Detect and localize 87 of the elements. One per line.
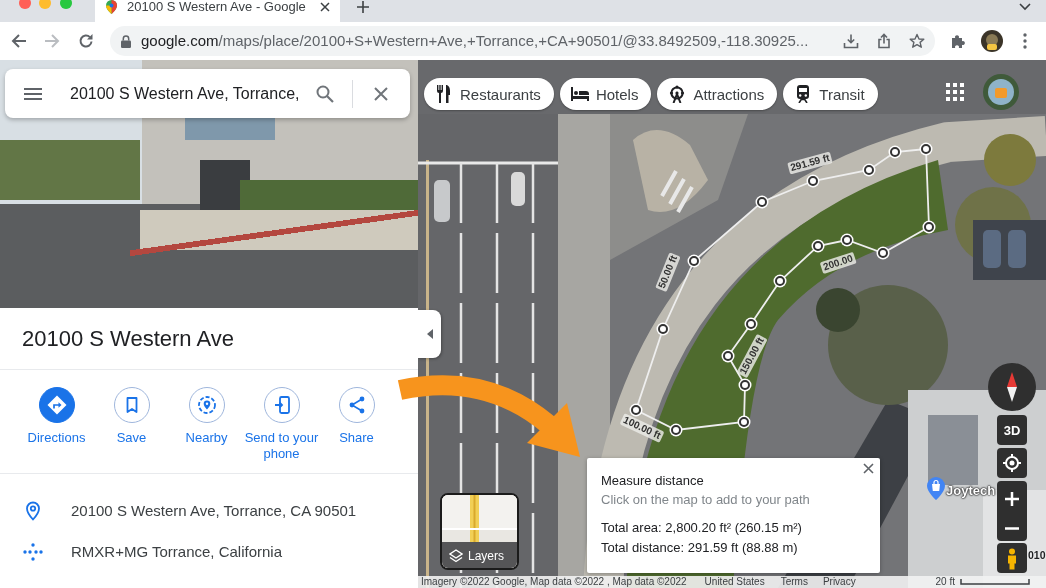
close-icon[interactable]: [863, 463, 874, 474]
close-icon[interactable]: [374, 86, 388, 101]
profile-avatar-icon[interactable]: [981, 30, 1003, 52]
send-to-phone-button[interactable]: Send to your phone: [244, 387, 319, 462]
person-icon[interactable]: [997, 543, 1027, 573]
place-label[interactable]: Joytech: [946, 483, 996, 498]
apps-grid-icon[interactable]: [946, 83, 964, 101]
path-point-icon[interactable]: [755, 195, 769, 209]
measure-hint: Click on the map to add to your path: [601, 492, 811, 508]
reload-icon[interactable]: [78, 33, 94, 49]
path-point-icon[interactable]: [738, 378, 752, 392]
scale-label: 20 ft: [935, 576, 955, 588]
address-text: 20100 S Western Ave, Torrance, CA 90501: [71, 502, 357, 519]
search-field[interactable]: 20100 S Western Ave, Torrance,: [70, 82, 304, 105]
download-icon[interactable]: [843, 33, 859, 49]
save-button[interactable]: Save: [94, 387, 169, 446]
fork-knife-icon: [435, 85, 453, 103]
lock-icon: [121, 34, 131, 48]
path-point-icon[interactable]: [919, 142, 933, 156]
shopping-bag-pin-icon[interactable]: [927, 477, 945, 500]
path-point-icon[interactable]: [888, 145, 902, 159]
directions-button[interactable]: Directions: [19, 387, 94, 446]
terms-link[interactable]: Terms: [780, 576, 808, 588]
privacy-link[interactable]: Privacy: [822, 576, 856, 588]
layers-icon: [449, 549, 463, 563]
path-point-icon[interactable]: [744, 317, 758, 331]
compass-icon[interactable]: [988, 363, 1036, 411]
total-distance-text: Total distance: 291.59 ft (88.88 m): [601, 540, 799, 556]
plus-icon[interactable]: [357, 1, 369, 13]
layers-button[interactable]: Layers: [440, 493, 519, 570]
attribution-text: Imagery ©2022 Google, Map data ©2022 , Map data ©2022: [421, 576, 687, 588]
restaurants-filter-button[interactable]: Restaurants: [424, 78, 554, 110]
path-point-icon[interactable]: [737, 415, 751, 429]
chevron-down-icon[interactable]: [1019, 3, 1031, 11]
address-bar[interactable]: google.com/maps/place/20100+S+Western+Ave,+Torrance,+CA+90501/@33.8492509,-118.30925...: [110, 26, 935, 56]
share-button[interactable]: Share: [319, 387, 394, 446]
path-point-icon[interactable]: [922, 220, 936, 234]
parked-car: [983, 230, 1001, 268]
my-location-icon[interactable]: [997, 448, 1027, 478]
path-point-icon[interactable]: [687, 254, 701, 268]
menu-icon[interactable]: [24, 87, 42, 100]
dots-cross-icon: [23, 541, 43, 562]
parked-car: [511, 172, 525, 206]
address-url[interactable]: google.com/maps/place/20100+S+Western+Ave,+Torrance,+CA+90501/@33.8492509,-118.30925...: [141, 32, 809, 50]
attractions-filter-button[interactable]: Attractions: [657, 78, 778, 110]
star-icon[interactable]: [909, 33, 925, 49]
total-area-text: Total area: 2,800.20 ft² (260.15 m²): [601, 520, 803, 536]
minus-icon[interactable]: [1005, 527, 1019, 531]
scale-bar-icon: [960, 579, 1030, 585]
bed-icon: [570, 85, 589, 103]
parked-car: [1008, 230, 1026, 268]
parked-car: [434, 180, 450, 222]
path-point-icon[interactable]: [840, 233, 854, 247]
path-point-icon[interactable]: [862, 163, 876, 177]
tilt-3d-button[interactable]: 3D: [997, 415, 1027, 445]
rooftop-unit: [928, 415, 978, 485]
crosswalk: [660, 169, 694, 214]
path-point-icon[interactable]: [629, 403, 643, 417]
puzzle-icon[interactable]: [950, 33, 966, 49]
map-label: 010: [1028, 549, 1046, 562]
path-point-icon[interactable]: [656, 322, 670, 336]
search-bar[interactable]: 20100 S Western Ave, Torrance,: [5, 69, 410, 118]
nearby-button[interactable]: Nearby: [169, 387, 244, 446]
caret-left-icon: [426, 329, 433, 339]
back-icon[interactable]: [11, 33, 27, 49]
path-point-icon[interactable]: [811, 239, 825, 253]
transit-filter-button[interactable]: Transit: [783, 78, 878, 110]
path-point-icon[interactable]: [773, 274, 787, 288]
path-point-icon[interactable]: [806, 174, 820, 188]
path-point-icon[interactable]: [721, 349, 735, 363]
share-icon[interactable]: [876, 33, 892, 49]
close-icon[interactable]: [320, 2, 330, 12]
plus-code-text: RMXR+MG Torrance, California: [71, 543, 283, 560]
search-icon[interactable]: [316, 84, 334, 103]
location-pin-icon: [23, 500, 43, 521]
ferris-wheel-icon: [668, 85, 687, 103]
browser-tab[interactable]: 20100 S Western Ave - Google: [95, 0, 340, 22]
measure-title: Measure distance: [601, 473, 705, 489]
more-options-icon[interactable]: [1023, 33, 1027, 49]
path-point-icon[interactable]: [876, 246, 890, 260]
path-point-icon[interactable]: [669, 423, 683, 437]
region-link[interactable]: United States: [704, 576, 765, 588]
avatar-icon[interactable]: [983, 74, 1019, 110]
place-title: 20100 S Western Ave: [22, 325, 234, 352]
collapse-panel-button[interactable]: [418, 310, 441, 358]
map-pin-icon: [106, 0, 117, 14]
hotels-filter-button[interactable]: Hotels: [559, 78, 652, 110]
